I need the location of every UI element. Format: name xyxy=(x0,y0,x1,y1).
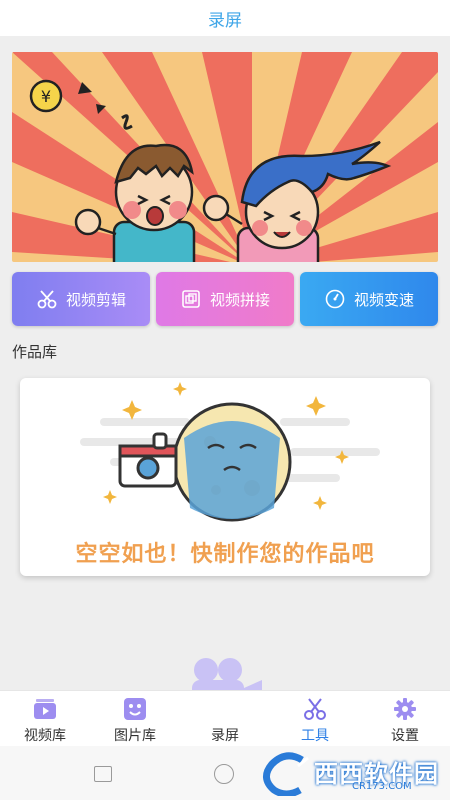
watermark-logo: 西西软件园 CR173.COM xyxy=(262,752,450,798)
nav-label-image-library: 图片库 xyxy=(114,728,156,744)
empty-moon-illustration xyxy=(80,382,380,522)
video-speed-button[interactable]: 视频变速 xyxy=(300,272,438,326)
video-speed-label: 视频变速 xyxy=(353,290,414,309)
watermark-c-icon xyxy=(263,752,309,798)
svg-text:¥: ¥ xyxy=(41,87,51,106)
app-header: 录屏 xyxy=(0,0,450,36)
tools-scissors-icon xyxy=(304,698,326,720)
works-library-title: 作品库 xyxy=(12,343,58,361)
home-button[interactable] xyxy=(214,764,234,784)
speed-icon xyxy=(324,288,346,310)
join-icon xyxy=(180,288,202,310)
video-join-button[interactable]: 视频拼接 xyxy=(156,272,294,326)
settings-gear-icon xyxy=(394,698,416,720)
record-camera-icon xyxy=(212,697,238,721)
nav-label-video-library: 视频库 xyxy=(24,728,66,744)
promo-banner[interactable]: ¥ xyxy=(12,52,438,262)
video-edit-button[interactable]: 视频剪辑 xyxy=(12,272,150,326)
nav-item-settings[interactable]: 设置 xyxy=(360,691,450,747)
nav-item-video-library[interactable]: 视频库 xyxy=(0,691,90,747)
watermark-subtext: CR173.COM xyxy=(352,781,412,792)
empty-state-card: 空空如也！快制作您的作品吧 xyxy=(20,378,430,576)
recent-apps-button[interactable] xyxy=(94,766,112,782)
empty-state-message: 空空如也！快制作您的作品吧 xyxy=(75,542,375,567)
page-title: 录屏 xyxy=(208,11,242,31)
nav-label-record: 录屏 xyxy=(211,728,239,744)
bottom-nav: 视频库 图片库 录屏 工具 设置 xyxy=(0,690,450,747)
nav-item-image-library[interactable]: 图片库 xyxy=(90,691,180,747)
video-join-label: 视频拼接 xyxy=(209,290,270,309)
image-library-icon xyxy=(124,698,146,720)
nav-label-settings: 设置 xyxy=(391,728,419,744)
nav-item-record[interactable]: 录屏 xyxy=(180,691,270,747)
scissors-icon xyxy=(36,288,58,310)
banner-illustration: ¥ xyxy=(12,52,438,262)
nav-label-tools: 工具 xyxy=(301,728,329,744)
video-edit-label: 视频剪辑 xyxy=(65,290,126,309)
nav-item-tools[interactable]: 工具 xyxy=(270,691,360,747)
video-library-icon xyxy=(34,699,56,719)
